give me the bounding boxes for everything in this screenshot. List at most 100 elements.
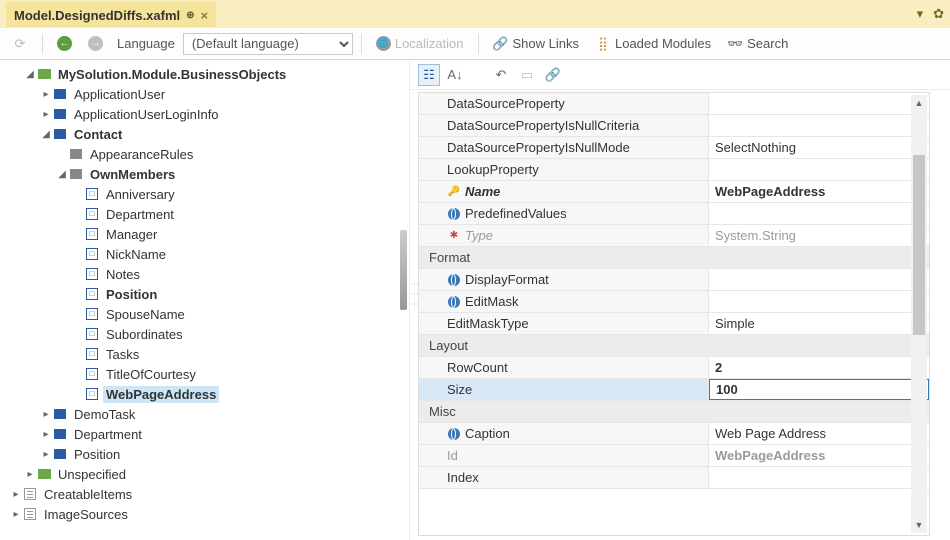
- prop-name: Name: [465, 184, 500, 199]
- property-row[interactable]: EditMaskType Simple: [419, 313, 929, 335]
- member-icon: □: [84, 227, 100, 241]
- prop-name: Size: [447, 382, 472, 397]
- category-row[interactable]: Format▲: [419, 247, 929, 269]
- cube-icon: [52, 87, 68, 101]
- prop-name: DataSourcePropertyIsNullCriteria: [447, 118, 639, 133]
- folder-icon: [36, 467, 52, 481]
- property-row[interactable]: ✱ Type System.String: [419, 225, 929, 247]
- property-row[interactable]: Caption Web Page Address: [419, 423, 929, 445]
- prop-name: EditMaskType: [447, 316, 529, 331]
- pin-icon[interactable]: ⊕: [186, 10, 194, 21]
- cube-icon: [52, 107, 68, 121]
- loaded-modules-button[interactable]: ⣿Loaded Modules: [589, 33, 717, 55]
- member-icon: □: [84, 327, 100, 341]
- globe-icon: [447, 207, 461, 221]
- globe-icon: [447, 427, 461, 441]
- property-row[interactable]: EditMask: [419, 291, 929, 313]
- category-row[interactable]: Layout▲: [419, 335, 929, 357]
- prop-name: Type: [465, 228, 493, 243]
- cube-icon: [52, 127, 68, 141]
- property-row[interactable]: Id WebPageAddress: [419, 445, 929, 467]
- prop-value[interactable]: WebPageAddress: [715, 184, 825, 199]
- paste-button[interactable]: ▭: [516, 64, 538, 86]
- category-label: Layout: [429, 338, 468, 353]
- list-icon: [22, 507, 38, 521]
- prop-name: RowCount: [447, 360, 508, 375]
- prop-name: PredefinedValues: [465, 206, 567, 221]
- list-icon: [22, 487, 38, 501]
- window-menu-icon[interactable]: ▾: [917, 6, 924, 22]
- property-row[interactable]: DataSourceProperty: [419, 93, 929, 115]
- titlebar: Model.DesignedDiffs.xafml ⊕ × ▾ ✿: [0, 0, 950, 28]
- member-icon: □: [84, 207, 100, 221]
- modules-icon: ⣿: [595, 36, 611, 52]
- property-row[interactable]: DisplayFormat: [419, 269, 929, 291]
- alphabetical-button[interactable]: A↓: [444, 64, 466, 86]
- scroll-thumb[interactable]: [913, 155, 925, 335]
- link-button[interactable]: 🔗: [542, 64, 564, 86]
- property-row[interactable]: Index: [419, 467, 929, 489]
- member-icon: □: [84, 267, 100, 281]
- main-toolbar: ⟳ ← → Language (Default language) 🌐Local…: [0, 28, 950, 60]
- prop-value[interactable]: 100: [716, 382, 738, 397]
- property-toolbar: ☷ A↓ ↶ ▭ 🔗: [410, 60, 950, 90]
- prop-value[interactable]: 2: [715, 360, 722, 375]
- prop-value[interactable]: SelectNothing: [715, 140, 796, 155]
- prop-name: Caption: [465, 426, 510, 441]
- prop-name: DisplayFormat: [465, 272, 549, 287]
- property-row[interactable]: DataSourcePropertyIsNullCriteria: [419, 115, 929, 137]
- property-grid[interactable]: DataSourceProperty DataSourcePropertyIsN…: [418, 92, 930, 536]
- model-tree[interactable]: ◢MySolution.Module.BusinessObjects ▸Appl…: [0, 60, 410, 540]
- language-select[interactable]: (Default language): [183, 33, 353, 55]
- prop-name: LookupProperty: [447, 162, 539, 177]
- binoculars-icon: 👓: [727, 36, 743, 52]
- refresh-button[interactable]: ⟳: [6, 33, 34, 55]
- cube-icon: [52, 407, 68, 421]
- prop-value[interactable]: WebPageAddress: [715, 448, 825, 463]
- member-icon: □: [84, 367, 100, 381]
- show-links-button[interactable]: 🔗Show Links: [487, 33, 585, 55]
- prop-value[interactable]: Web Page Address: [715, 426, 826, 441]
- prop-name: DataSourceProperty: [447, 96, 565, 111]
- search-button[interactable]: 👓Search: [721, 33, 794, 55]
- prop-value[interactable]: Simple: [715, 316, 755, 331]
- tree-scrollbar-thumb[interactable]: [400, 230, 407, 310]
- prop-name: Index: [447, 470, 479, 485]
- property-row[interactable]: PredefinedValues: [419, 203, 929, 225]
- property-row[interactable]: RowCount 2: [419, 357, 929, 379]
- property-row[interactable]: 🔑 Name WebPageAddress: [419, 181, 929, 203]
- key-icon: 🔑: [447, 185, 461, 199]
- localization-button[interactable]: 🌐Localization: [370, 33, 470, 54]
- cube-icon: [52, 447, 68, 461]
- prop-value[interactable]: System.String: [715, 228, 796, 243]
- folder-icon: [36, 67, 52, 81]
- forward-button[interactable]: →: [82, 33, 109, 54]
- property-panel: ☷ A↓ ↶ ▭ 🔗 ⋮⋮⋮ DataSourceProperty DataSo…: [410, 60, 950, 540]
- grid-scrollbar[interactable]: ▲ ▼: [911, 95, 927, 533]
- cube-icon: [68, 147, 84, 161]
- member-icon: □: [84, 247, 100, 261]
- property-row[interactable]: Size 100: [419, 379, 929, 401]
- category-row[interactable]: Misc▲: [419, 401, 929, 423]
- category-label: Format: [429, 250, 470, 265]
- member-icon: □: [84, 387, 100, 401]
- member-icon: □: [84, 347, 100, 361]
- property-row[interactable]: DataSourcePropertyIsNullMode SelectNothi…: [419, 137, 929, 159]
- scroll-up-icon[interactable]: ▲: [911, 95, 927, 111]
- chain-icon: 🔗: [493, 36, 509, 52]
- window-settings-icon[interactable]: ✿: [933, 6, 944, 22]
- close-icon[interactable]: ×: [201, 8, 209, 23]
- categorized-button[interactable]: ☷: [418, 64, 440, 86]
- member-icon: □: [84, 307, 100, 321]
- back-button[interactable]: ←: [51, 33, 78, 54]
- scroll-down-icon[interactable]: ▼: [911, 517, 927, 533]
- tab-filename: Model.DesignedDiffs.xafml: [14, 8, 180, 23]
- language-label: Language: [113, 36, 179, 51]
- document-tab[interactable]: Model.DesignedDiffs.xafml ⊕ ×: [6, 2, 216, 27]
- cube-icon: [52, 427, 68, 441]
- category-label: Misc: [429, 404, 456, 419]
- prop-name: Id: [447, 448, 458, 463]
- property-row[interactable]: LookupProperty: [419, 159, 929, 181]
- undo-button[interactable]: ↶: [490, 64, 512, 86]
- asterisk-icon: ✱: [447, 229, 461, 243]
